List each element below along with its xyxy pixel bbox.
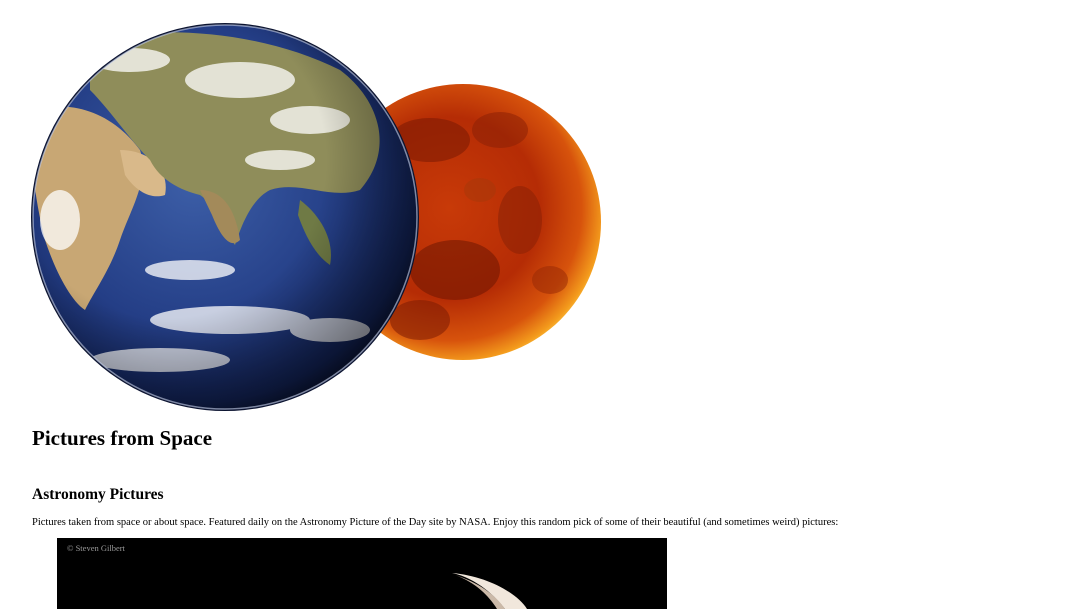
astronomy-picture[interactable]: © Steven Gilbert (57, 538, 667, 609)
page: Pictures from Space Astronomy Pictures P… (0, 0, 1075, 609)
intro-paragraph: Pictures taken from space or about space… (32, 517, 839, 528)
earth-and-mars-illustration (31, 23, 601, 411)
earth-planet (31, 23, 419, 411)
page-title: Pictures from Space (32, 426, 213, 450)
crescent-moon-image (452, 573, 527, 609)
section-heading: Astronomy Pictures (32, 486, 164, 503)
photo-credit: © Steven Gilbert (67, 543, 125, 553)
